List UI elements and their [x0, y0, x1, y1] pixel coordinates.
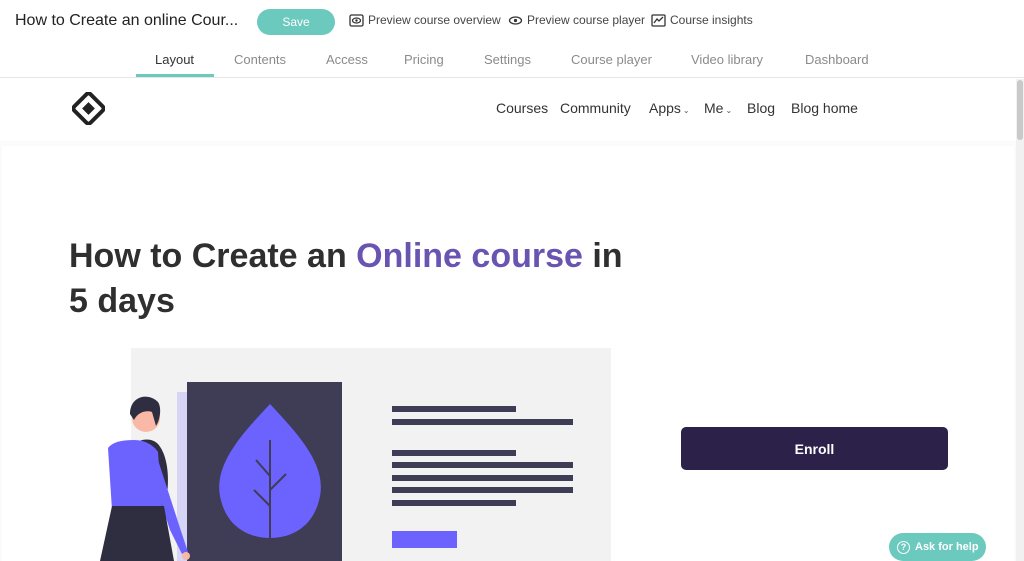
chart-icon: [651, 13, 666, 27]
preview-course-player-button[interactable]: Preview course player: [508, 13, 645, 27]
nav-blog[interactable]: Blog: [747, 100, 775, 116]
chevron-down-icon: ⌄: [682, 106, 690, 115]
course-insights-button[interactable]: Course insights: [651, 13, 753, 27]
preview-scrollbar[interactable]: [1016, 79, 1024, 561]
eye-icon: [349, 13, 364, 27]
nav-me-label: Me: [704, 100, 724, 116]
question-icon: ?: [897, 540, 910, 554]
course-insights-label: Course insights: [670, 13, 753, 27]
tab-layout[interactable]: Layout: [155, 52, 194, 67]
ask-for-help-button[interactable]: ? Ask for help: [889, 533, 986, 561]
enroll-button[interactable]: Enroll: [681, 427, 948, 470]
nav-courses[interactable]: Courses: [496, 100, 548, 116]
hero-title: How to Create an Online course in 5 days: [69, 234, 649, 324]
tab-pricing[interactable]: Pricing: [404, 52, 444, 67]
hero-title-accent: Online course: [356, 237, 583, 275]
preview-course-overview-button[interactable]: Preview course overview: [349, 13, 501, 27]
nav-apps-label: Apps: [649, 100, 681, 116]
nav-me[interactable]: Me ⌄: [704, 100, 732, 116]
eye-icon: [508, 15, 523, 25]
nav-apps[interactable]: Apps ⌄: [649, 100, 690, 116]
active-tab-indicator: [136, 74, 214, 77]
preview-course-player-label: Preview course player: [527, 13, 646, 27]
course-title: How to Create an online Cour...: [15, 12, 239, 29]
tab-dashboard[interactable]: Dashboard: [805, 52, 869, 67]
site-logo[interactable]: [71, 91, 106, 130]
editor-topbar: How to Create an online Cour... Save Pre…: [0, 0, 1024, 44]
tab-settings[interactable]: Settings: [484, 52, 531, 67]
tab-access[interactable]: Access: [326, 52, 368, 67]
tab-video-library[interactable]: Video library: [691, 52, 763, 67]
course-illustration: [100, 348, 611, 561]
nav-community[interactable]: Community: [560, 100, 631, 116]
save-button[interactable]: Save: [257, 9, 335, 35]
tab-course-player[interactable]: Course player: [571, 52, 652, 67]
logo-icon: [71, 91, 106, 126]
chevron-down-icon: ⌄: [725, 106, 733, 115]
hero-title-part1: How to Create an: [69, 237, 357, 275]
editor-tabs: Layout Contents Access Pricing Settings …: [0, 44, 1024, 78]
tab-contents[interactable]: Contents: [234, 52, 286, 67]
ask-for-help-label: Ask for help: [915, 541, 979, 553]
preview-course-overview-label: Preview course overview: [368, 13, 501, 27]
scrollbar-thumb[interactable]: [1017, 80, 1023, 140]
nav-blog-home[interactable]: Blog home: [791, 100, 858, 116]
